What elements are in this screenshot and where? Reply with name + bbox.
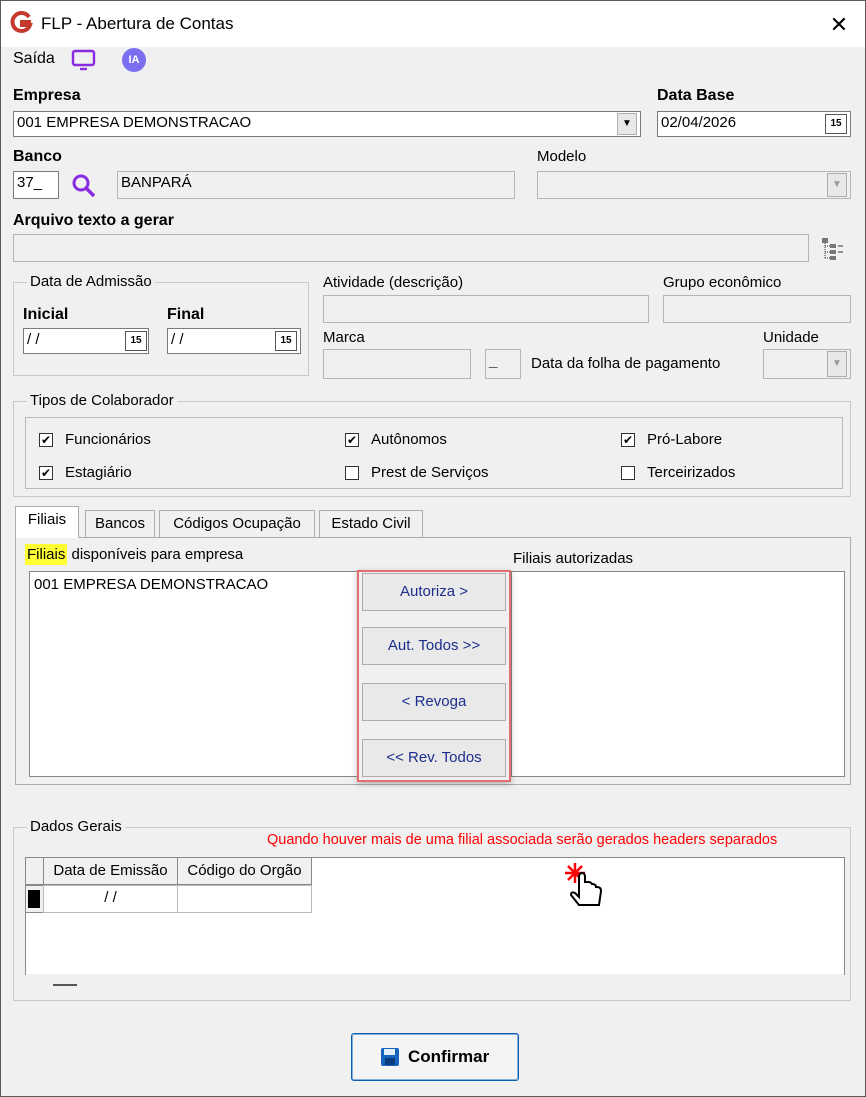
marca-input[interactable] (323, 349, 471, 379)
funcionarios-label: Funcionários (65, 431, 151, 448)
atividade-input[interactable] (323, 295, 649, 323)
banco-code-input[interactable]: 37_ (13, 171, 59, 199)
warning-text: Quando houver mais de uma filial associa… (267, 832, 778, 848)
filiais-available-rest: disponíveis para empresa (67, 546, 244, 563)
row-indicator (25, 885, 44, 913)
final-label: Final (167, 306, 205, 323)
terceirizados-label: Terceirizados (647, 464, 736, 481)
filiais-available-list[interactable]: 001 EMPRESA DEMONSTRACAO (29, 571, 359, 777)
modelo-label: Modelo (537, 148, 587, 165)
autonomos-checkbox[interactable]: ✔ (345, 433, 359, 447)
list-item[interactable]: 001 EMPRESA DEMONSTRACAO (30, 572, 358, 597)
tab-bancos[interactable]: Bancos (85, 510, 155, 537)
final-date-value: / / (171, 331, 184, 348)
autoriza-button[interactable]: Autoriza > (362, 573, 506, 611)
filiais-authorized-list[interactable] (511, 571, 845, 777)
arquivo-input[interactable] (13, 234, 809, 262)
grupo-label: Grupo econômico (663, 274, 782, 291)
banco-code-value: 37_ (17, 174, 43, 191)
data-base-value: 02/04/2026 (661, 114, 737, 131)
abertura-contas-window: FLP - Abertura de Contas ✕ Saída IA Empr… (0, 0, 866, 1097)
empresa-value: 001 EMPRESA DEMONSTRACAO (17, 114, 252, 131)
autonomos-label: Autônomos (371, 431, 447, 448)
file-tree-icon[interactable] (819, 235, 845, 261)
atividade-label: Atividade (descrição) (323, 274, 464, 291)
filiais-highlight: Filiais (25, 544, 68, 565)
inicial-date-value: / / (27, 331, 40, 348)
tab-codigos-ocupacao[interactable]: Códigos Ocupação (159, 510, 315, 537)
inicial-label: Inicial (23, 306, 69, 323)
tipos-group-title: Tipos de Colaborador (27, 392, 177, 409)
estagiario-checkbox[interactable]: ✔ (39, 466, 53, 480)
revoga-button[interactable]: < Revoga (362, 683, 506, 721)
empresa-dropdown-button[interactable]: ▼ (617, 113, 637, 135)
banco-label: Banco (13, 148, 62, 165)
data-base-label: Data Base (657, 87, 735, 104)
data-base-input[interactable]: 02/04/2026 (657, 111, 851, 137)
title-bar: FLP - Abertura de Contas ✕ (1, 1, 865, 47)
folha-label: Data da folha de pagamento (531, 355, 721, 372)
folha-checkbox-box[interactable]: _ (485, 349, 521, 379)
confirmar-button[interactable]: Confirmar (351, 1033, 519, 1081)
confirmar-label: Confirmar (408, 1047, 490, 1066)
app-logo-icon (9, 11, 33, 35)
grid-cell-codigo-orgao[interactable] (177, 885, 312, 913)
empresa-select[interactable]: 001 EMPRESA DEMONSTRACAO (13, 111, 641, 137)
banco-name-field: BANPARÁ (117, 171, 515, 199)
grid-footer-bar (26, 974, 844, 998)
estagiario-label: Estagiário (65, 464, 132, 481)
save-icon (380, 1047, 400, 1067)
terceirizados-checkbox[interactable] (621, 466, 635, 480)
tab-filiais[interactable]: Filiais (15, 506, 79, 538)
exit-label[interactable]: Saída (13, 50, 55, 68)
data-base-calendar-icon[interactable]: 15 (825, 114, 847, 134)
grid-corner (25, 857, 44, 885)
tab-estado-civil[interactable]: Estado Civil (319, 510, 423, 537)
grid-cell-data-emissao[interactable]: / / (43, 885, 178, 913)
prest-servicos-label: Prest de Serviços (371, 464, 489, 481)
prest-servicos-checkbox[interactable] (345, 466, 359, 480)
monitor-icon[interactable] (71, 48, 97, 72)
grid-footer-dash (53, 984, 77, 986)
inicial-calendar-icon[interactable]: 15 (125, 331, 147, 351)
marca-label: Marca (323, 329, 365, 346)
banco-name-value: BANPARÁ (121, 174, 192, 191)
pro-labore-label: Pró-Labore (647, 431, 723, 448)
filiais-authorized-label: Filiais autorizadas (513, 550, 634, 567)
unidade-label: Unidade (763, 329, 819, 346)
search-icon[interactable] (71, 173, 97, 199)
final-calendar-icon[interactable]: 15 (275, 331, 297, 351)
rev-todos-button[interactable]: << Rev. Todos (362, 739, 506, 777)
admissao-group-title: Data de Admissão (27, 273, 155, 290)
filiais-available-label: Filiais disponíveis para empresa (25, 544, 244, 565)
grupo-input[interactable] (663, 295, 851, 323)
grid-header-codigo-orgao[interactable]: Código do Orgão (177, 857, 312, 885)
unidade-dropdown-button[interactable]: ▼ (827, 351, 847, 377)
window-title: FLP - Abertura de Contas (41, 14, 234, 33)
grid-header-data-emissao[interactable]: Data de Emissão (43, 857, 178, 885)
modelo-select[interactable] (537, 171, 851, 199)
funcionarios-checkbox[interactable]: ✔ (39, 433, 53, 447)
dados-gerais-title: Dados Gerais (27, 818, 125, 835)
arquivo-label: Arquivo texto a gerar (13, 212, 174, 229)
close-button[interactable]: ✕ (819, 9, 859, 41)
modelo-dropdown-button[interactable]: ▼ (827, 173, 847, 197)
pro-labore-checkbox[interactable]: ✔ (621, 433, 635, 447)
hand-cursor-icon (559, 861, 615, 911)
aut-todos-button[interactable]: Aut. Todos >> (362, 627, 506, 665)
empresa-label: Empresa (13, 87, 81, 104)
ai-icon[interactable]: IA (122, 48, 146, 72)
